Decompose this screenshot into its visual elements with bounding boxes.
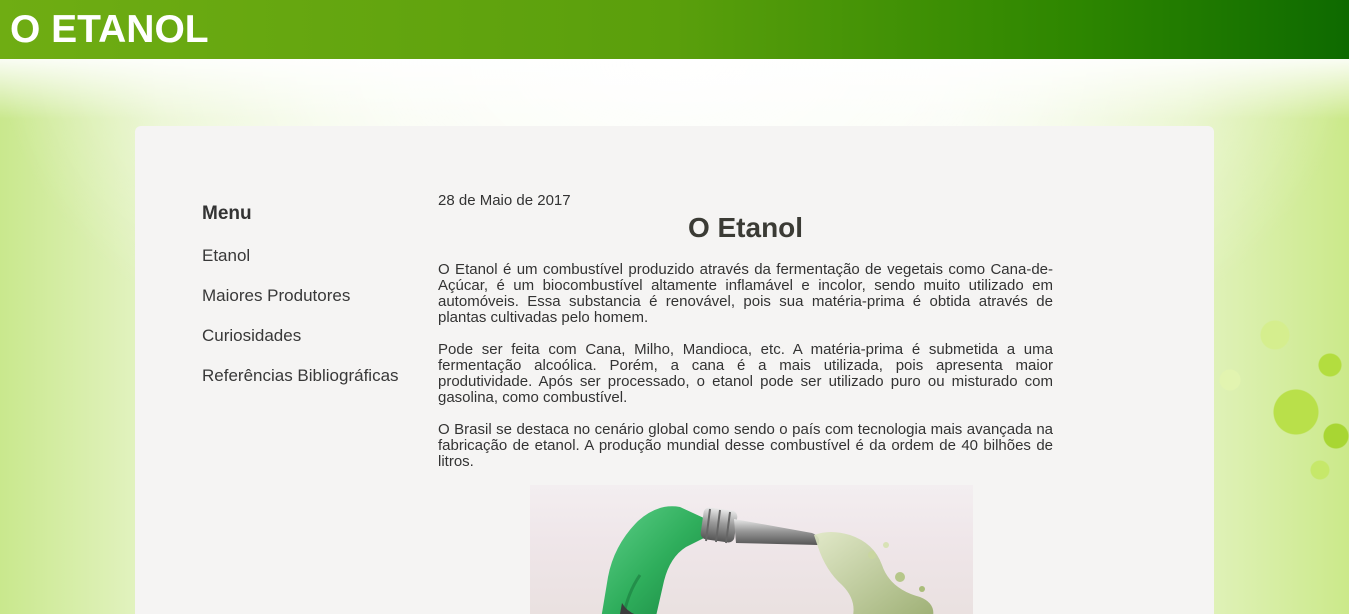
site-header: O ETANOL [0,0,1349,59]
sidebar-menu: Menu Etanol Maiores Produtores Curiosida… [202,202,432,406]
article-title: O Etanol [687,212,804,243]
menu-item-maiores-produtores[interactable]: Maiores Produtores [202,286,432,306]
fuel-nozzle-image [530,485,973,614]
article-paragraph: Pode ser feita com Cana, Milho, Mandioca… [438,341,1053,406]
menu-title: Menu [202,203,252,224]
menu-item-etanol[interactable]: Etanol [202,246,432,266]
article: 28 de Maio de 2017 O Etanol O Etanol é u… [438,192,1053,614]
menu-list: Etanol Maiores Produtores Curiosidades R… [202,246,432,386]
article-date: 28 de Maio de 2017 [438,192,571,209]
menu-item-referencias[interactable]: Referências Bibliográficas [202,366,432,386]
site-title: O ETANOL [10,8,209,51]
article-paragraph: O Brasil se destaca no cenário global co… [438,421,1053,470]
content-panel: Menu Etanol Maiores Produtores Curiosida… [135,126,1214,614]
fuel-nozzle-illustration [601,506,934,614]
menu-item-curiosidades[interactable]: Curiosidades [202,326,432,346]
article-paragraph: O Etanol é um combustível produzido atra… [438,261,1053,326]
header-glow [0,59,1349,119]
